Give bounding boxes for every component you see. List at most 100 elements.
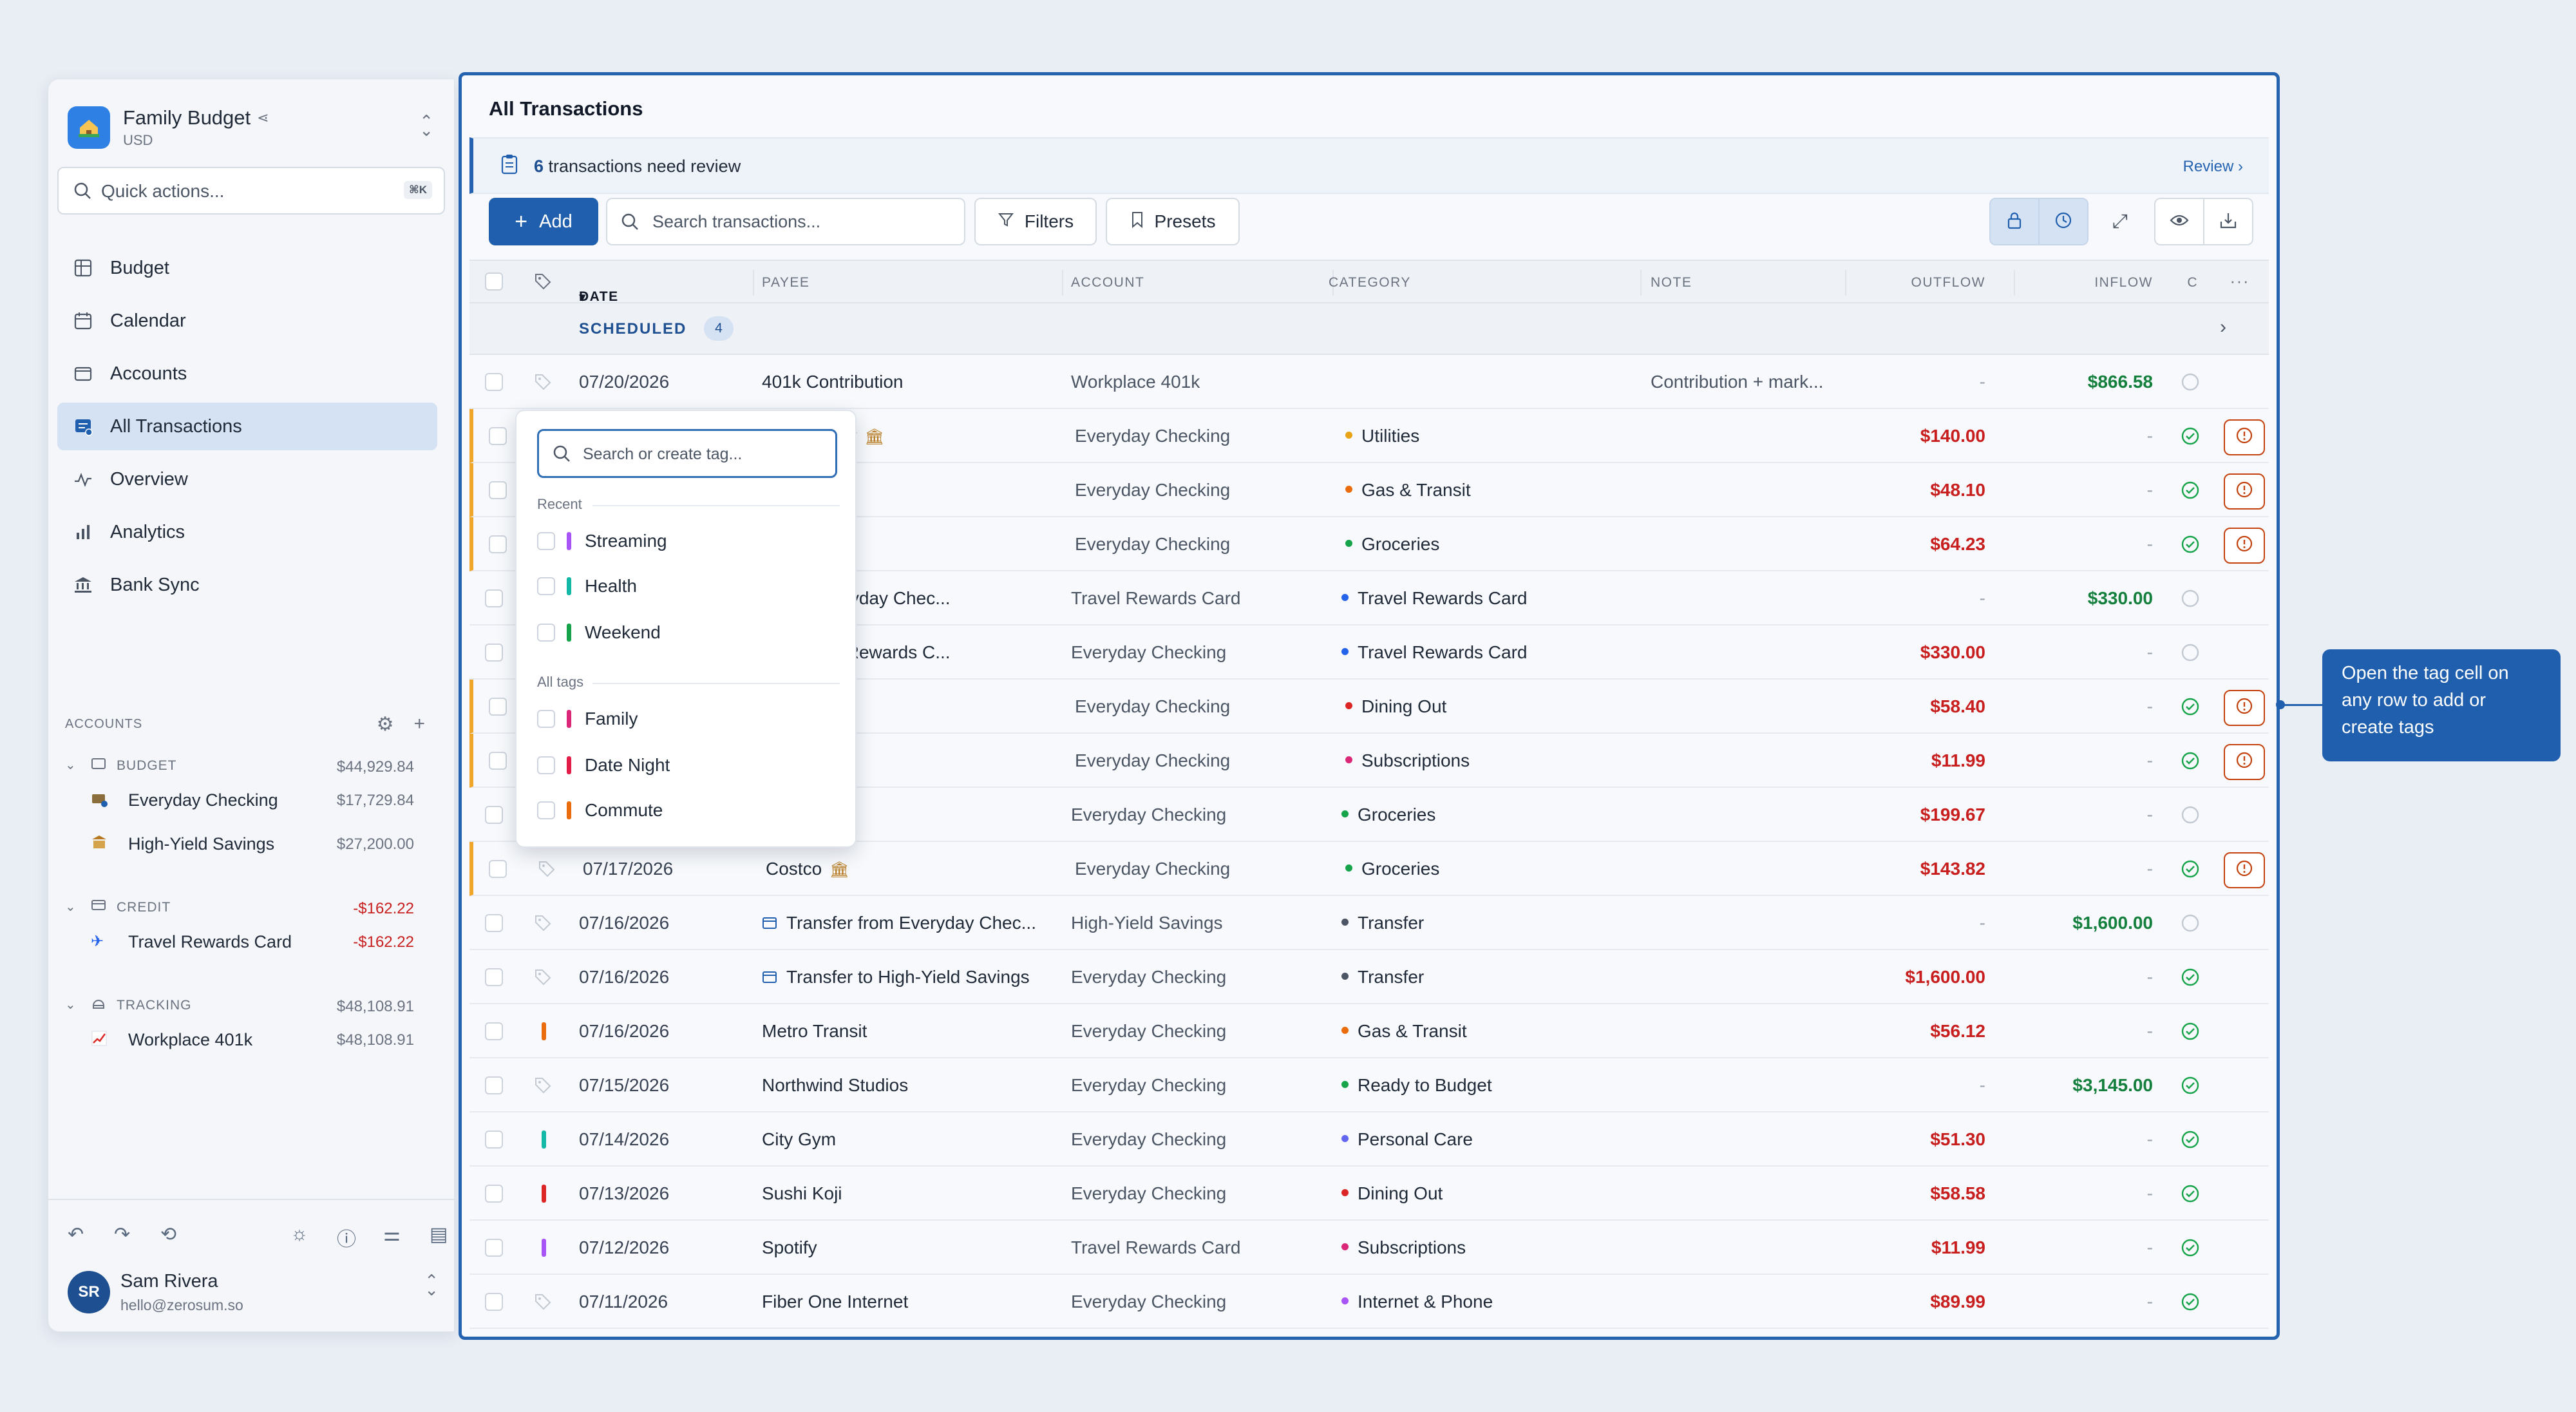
scheduled-toggle-button[interactable]	[2038, 198, 2088, 245]
row-account[interactable]: High-Yield Savings	[1071, 913, 1223, 933]
tag-color-marker[interactable]	[542, 1022, 546, 1040]
row-category[interactable]: Utilities	[1345, 426, 1419, 446]
cleared-check-icon[interactable]	[2180, 859, 2201, 879]
cleared-check-icon[interactable]	[2180, 1292, 2201, 1312]
row-payee[interactable]: Fiber One Internet	[762, 1292, 908, 1312]
cleared-check-icon[interactable]	[2180, 967, 2201, 987]
theme-icon[interactable]: ☼	[290, 1223, 308, 1245]
tag-color-marker[interactable]	[542, 1131, 546, 1149]
tag-checkbox[interactable]	[537, 532, 555, 550]
row-outflow[interactable]: $140.00	[1920, 426, 1985, 446]
row-category[interactable]: Transfer	[1341, 967, 1424, 987]
table-row[interactable]: 07/15/2026 Northwind Studios Everyday Chec…	[469, 1058, 2269, 1112]
uncleared-circle-icon[interactable]	[2180, 805, 2201, 825]
tag-icon[interactable]	[534, 373, 552, 391]
row-category[interactable]: Personal Care	[1341, 1129, 1473, 1150]
row-inflow[interactable]: $1,600.00	[2072, 913, 2153, 933]
row-checkbox[interactable]	[485, 806, 503, 824]
row-account[interactable]: Everyday Checking	[1071, 1129, 1226, 1150]
row-outflow[interactable]: -	[1980, 913, 1985, 933]
row-category[interactable]: Travel Rewards Card	[1341, 588, 1527, 609]
row-category[interactable]: Groceries	[1341, 805, 1435, 825]
row-account[interactable]: Everyday Checking	[1071, 1075, 1226, 1096]
account-travel-rewards-card[interactable]: ✈ Travel Rewards Card -$162.22	[83, 927, 439, 959]
tag-search-input[interactable]: Search or create tag...	[537, 429, 837, 478]
row-date[interactable]: 07/16/2026	[579, 967, 669, 987]
sidebar-item-calendar[interactable]: Calendar	[57, 297, 437, 345]
cleared-check-icon[interactable]	[2180, 426, 2201, 446]
row-date[interactable]: 07/14/2026	[579, 1129, 669, 1150]
column-outflow[interactable]: OUTFLOW	[1911, 275, 1986, 291]
account-group-tracking[interactable]: ⌄ TRACKING $48,108.91	[65, 994, 439, 1020]
tag-option-commute[interactable]: Commute	[537, 794, 837, 826]
row-category[interactable]: Dining Out	[1341, 1183, 1443, 1204]
needs-review-button[interactable]	[2224, 690, 2265, 726]
add-button[interactable]: + Add	[489, 198, 598, 245]
row-checkbox[interactable]	[489, 752, 507, 770]
visibility-button[interactable]	[2154, 198, 2204, 245]
row-account[interactable]: Everyday Checking	[1075, 750, 1230, 771]
sidebar-item-accounts[interactable]: Accounts	[57, 350, 437, 397]
sidebar-item-bank-sync[interactable]: Bank Sync	[57, 561, 437, 609]
tag-icon[interactable]	[534, 1293, 552, 1311]
search-input[interactable]: Search transactions...	[606, 198, 965, 245]
row-inflow[interactable]: -	[2147, 696, 2153, 717]
import-button[interactable]	[2203, 198, 2253, 245]
row-checkbox[interactable]	[489, 860, 507, 878]
table-row[interactable]: 07/17/2026 Costco 🏛 Everyday Checking Grocer…	[469, 842, 2269, 896]
column-category[interactable]: CATEGORY	[1329, 275, 1411, 291]
tag-option-family[interactable]: Family	[537, 702, 837, 734]
row-payee[interactable]: Transfer from Everyday Chec...	[762, 913, 1036, 933]
tag-option-date-night[interactable]: Date Night	[537, 749, 837, 781]
sidebar-item-all-transactions[interactable]: All Transactions	[57, 403, 437, 450]
row-account[interactable]: Everyday Checking	[1075, 480, 1230, 501]
row-checkbox[interactable]	[485, 589, 503, 607]
row-account[interactable]: Everyday Checking	[1071, 1183, 1226, 1204]
row-payee[interactable]: City Gym	[762, 1129, 836, 1150]
row-inflow[interactable]: -	[2147, 1237, 2153, 1258]
row-inflow[interactable]: $866.58	[2088, 372, 2153, 392]
row-account[interactable]: Everyday Checking	[1071, 642, 1226, 663]
cleared-check-icon[interactable]	[2180, 480, 2201, 501]
tag-color-marker[interactable]	[542, 1185, 546, 1203]
tag-checkbox[interactable]	[537, 577, 555, 595]
cleared-check-icon[interactable]	[2180, 534, 2201, 555]
row-outflow[interactable]: $56.12	[1930, 1021, 1985, 1042]
row-outflow[interactable]: -	[1980, 588, 1985, 609]
row-inflow[interactable]: -	[2147, 1129, 2153, 1150]
table-row[interactable]: 07/16/2026 Transfer from Everyday Chec...…	[469, 896, 2269, 950]
row-category[interactable]: Internet & Phone	[1341, 1292, 1493, 1312]
row-account[interactable]: Everyday Checking	[1071, 1292, 1226, 1312]
share-icon[interactable]: ⋖	[257, 110, 269, 126]
row-outflow[interactable]: $143.82	[1920, 859, 1985, 879]
row-outflow[interactable]: -	[1980, 1075, 1985, 1096]
row-inflow[interactable]: -	[2147, 805, 2153, 825]
table-row[interactable]: 07/13/2026 Sushi Koji Everyday Checking Din…	[469, 1167, 2269, 1221]
account-everyday-checking[interactable]: Everyday Checking $17,729.84	[83, 785, 439, 817]
row-account[interactable]: Workplace 401k	[1071, 372, 1200, 392]
account-group-credit[interactable]: ⌄ CREDIT -$162.22	[65, 896, 439, 922]
row-outflow[interactable]: $64.23	[1930, 534, 1985, 555]
row-inflow[interactable]: -	[2147, 480, 2153, 501]
row-payee[interactable]: Northwind Studios	[762, 1075, 908, 1096]
table-row[interactable]: 07/14/2026 City Gym Everyday Checking Perso…	[469, 1112, 2269, 1167]
row-date[interactable]: 07/13/2026	[579, 1183, 669, 1204]
row-checkbox[interactable]	[485, 914, 503, 932]
row-outflow[interactable]: $89.99	[1930, 1292, 1985, 1312]
row-account[interactable]: Travel Rewards Card	[1071, 588, 1240, 609]
row-category[interactable]: Gas & Transit	[1341, 1021, 1467, 1042]
row-date[interactable]: 07/12/2026	[579, 1237, 669, 1258]
row-payee[interactable]: Costco 🏛	[766, 859, 849, 879]
cleared-check-icon[interactable]	[2180, 1183, 2201, 1204]
tag-option-weekend[interactable]: Weekend	[537, 616, 837, 648]
tag-icon[interactable]	[534, 968, 552, 986]
add-account-icon[interactable]: +	[413, 713, 426, 736]
row-payee[interactable]: 401k Contribution	[762, 372, 903, 392]
row-inflow[interactable]: -	[2147, 1183, 2153, 1204]
row-outflow[interactable]: $58.40	[1930, 696, 1985, 717]
row-payee[interactable]: Transfer to High-Yield Savings	[762, 967, 1030, 987]
table-row[interactable]: 07/16/2026 Transfer to High-Yield Savings…	[469, 950, 2269, 1004]
expand-button[interactable]: ⤢	[2095, 198, 2145, 245]
row-account[interactable]: Everyday Checking	[1071, 805, 1226, 825]
row-category[interactable]: Transfer	[1341, 913, 1424, 933]
